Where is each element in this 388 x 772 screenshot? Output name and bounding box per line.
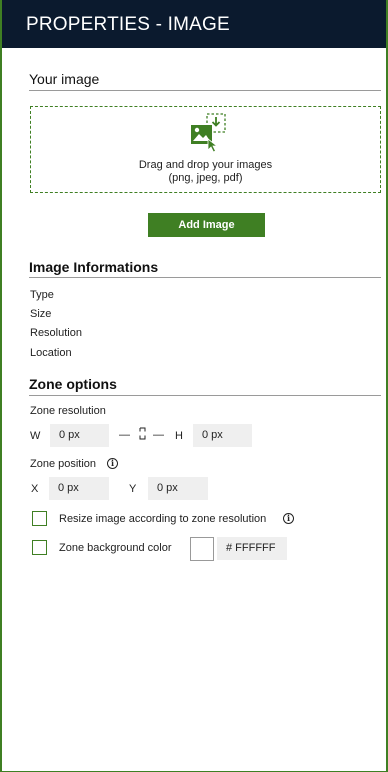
your-image-title: Your image xyxy=(29,71,100,87)
properties-panel: PROPERTIES - IMAGE Your image Drag and d… xyxy=(0,0,388,772)
info-resolution-label: Resolution xyxy=(30,327,82,339)
zone-y-input[interactable]: 0 px xyxy=(148,477,208,500)
panel-header: PROPERTIES - IMAGE xyxy=(2,0,386,48)
info-type-label: Type xyxy=(30,289,54,301)
resize-checkbox[interactable] xyxy=(32,511,47,526)
zone-x-input[interactable]: 0 px xyxy=(49,477,109,500)
dash-right: — xyxy=(153,429,164,441)
y-label: Y xyxy=(129,483,137,495)
add-image-button[interactable]: Add Image xyxy=(148,213,265,237)
resize-label: Resize image according to zone resolutio… xyxy=(59,513,267,525)
bg-color-input[interactable]: # FFFFFF xyxy=(217,537,287,560)
your-image-divider xyxy=(29,90,381,91)
dropzone-text-line1: Drag and drop your images xyxy=(138,159,273,171)
x-label: X xyxy=(31,483,39,495)
image-info-divider xyxy=(29,277,381,278)
image-upload-icon xyxy=(191,113,226,153)
info-location-label: Location xyxy=(30,347,72,359)
dropzone-text-line2: (png, jpeg, pdf) xyxy=(168,172,243,184)
bg-color-label: Zone background color xyxy=(59,542,172,554)
image-dropzone[interactable]: Drag and drop your images (png, jpeg, pd… xyxy=(30,106,381,193)
dash-left: — xyxy=(119,429,130,441)
zone-width-input[interactable]: 0 px xyxy=(50,424,109,447)
zone-options-divider xyxy=(29,395,381,396)
zone-height-input[interactable]: 0 px xyxy=(193,424,252,447)
zone-options-title: Zone options xyxy=(29,376,117,392)
info-icon[interactable]: i xyxy=(107,458,118,469)
zone-resolution-label: Zone resolution xyxy=(30,405,106,417)
link-icon[interactable] xyxy=(139,427,146,440)
info-size-label: Size xyxy=(30,308,52,320)
image-info-title: Image Informations xyxy=(29,259,159,275)
width-label: W xyxy=(30,430,41,442)
info-icon[interactable]: i xyxy=(283,513,294,524)
bg-color-checkbox[interactable] xyxy=(32,540,47,555)
height-label: H xyxy=(175,430,183,442)
panel-title: PROPERTIES - IMAGE xyxy=(26,14,230,35)
zone-position-label: Zone position xyxy=(30,458,97,470)
bg-color-swatch[interactable] xyxy=(190,537,214,561)
